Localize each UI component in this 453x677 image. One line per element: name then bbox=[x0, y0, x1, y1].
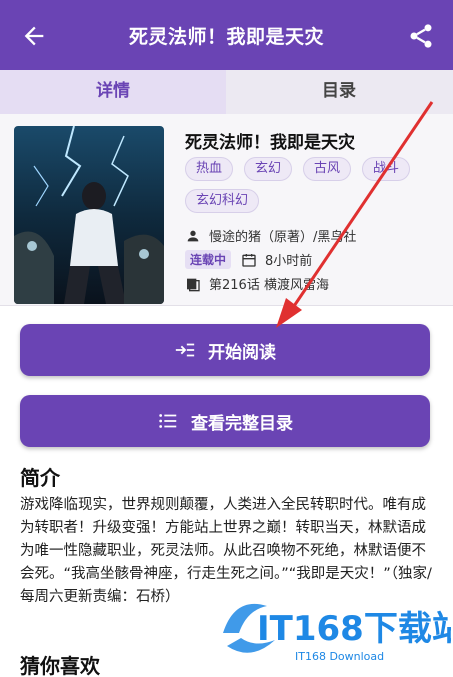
watermark-sub: IT168 Download bbox=[295, 650, 384, 663]
status-row: 连载中 8小时前 bbox=[185, 250, 312, 269]
author-row: 慢途的猪（原著）/黑鸟社 bbox=[185, 226, 356, 245]
tab-bar: 详情 目录 bbox=[0, 70, 453, 184]
book-cover-image[interactable] bbox=[14, 126, 164, 304]
watermark-logo: IT168下载站 IT168 Download bbox=[215, 588, 453, 668]
start-reading-label: 开始阅读 bbox=[208, 342, 276, 363]
person-icon bbox=[187, 230, 199, 241]
share-icon[interactable] bbox=[407, 22, 435, 50]
enter-arrow-icon bbox=[175, 343, 195, 357]
recommend-heading: 猜你喜欢 bbox=[20, 654, 100, 677]
tab-catalog[interactable]: 目录 bbox=[226, 70, 452, 114]
tag-chip[interactable]: 玄幻科幻 bbox=[185, 189, 260, 213]
start-reading-button[interactable]: 开始阅读 bbox=[20, 324, 430, 376]
book-info-card: 死灵法师！我即是天灾 热血 玄幻 古风 战斗 玄幻科幻 慢途的猪（原著）/黑鸟社… bbox=[0, 114, 453, 306]
latest-chapter-row: 第216话 横渡风雷海 bbox=[185, 274, 329, 293]
back-arrow-icon[interactable] bbox=[20, 22, 48, 50]
tag-chip[interactable]: 玄幻 bbox=[244, 157, 293, 181]
author-text: 慢途的猪（原著）/黑鸟社 bbox=[209, 230, 357, 245]
app-screen: 死灵法师！我即是天灾 详情 目录 死灵法师！我即是天灾 热血 玄幻 古风 战斗 … bbox=[0, 0, 453, 677]
status-badge: 连载中 bbox=[185, 250, 232, 269]
calendar-icon bbox=[242, 253, 256, 267]
list-icon bbox=[159, 414, 177, 428]
view-catalog-label: 查看完整目录 bbox=[191, 413, 293, 434]
tab-details[interactable]: 详情 bbox=[0, 70, 226, 114]
book-title: 死灵法师！我即是天灾 bbox=[185, 133, 355, 153]
book-icon bbox=[187, 278, 200, 291]
tag-chip[interactable]: 战斗 bbox=[362, 157, 411, 181]
watermark-brand: IT168下载站 bbox=[257, 609, 451, 649]
intro-heading: 简介 bbox=[20, 466, 60, 490]
tag-chip[interactable]: 古风 bbox=[303, 157, 352, 181]
update-time: 8小时前 bbox=[265, 254, 313, 269]
tag-chip[interactable]: 热血 bbox=[185, 157, 234, 181]
page-title: 死灵法师！我即是天灾 bbox=[128, 26, 324, 48]
view-catalog-button[interactable]: 查看完整目录 bbox=[20, 395, 430, 447]
latest-chapter[interactable]: 第216话 横渡风雷海 bbox=[209, 274, 329, 293]
app-bar: 死灵法师！我即是天灾 bbox=[0, 0, 453, 70]
